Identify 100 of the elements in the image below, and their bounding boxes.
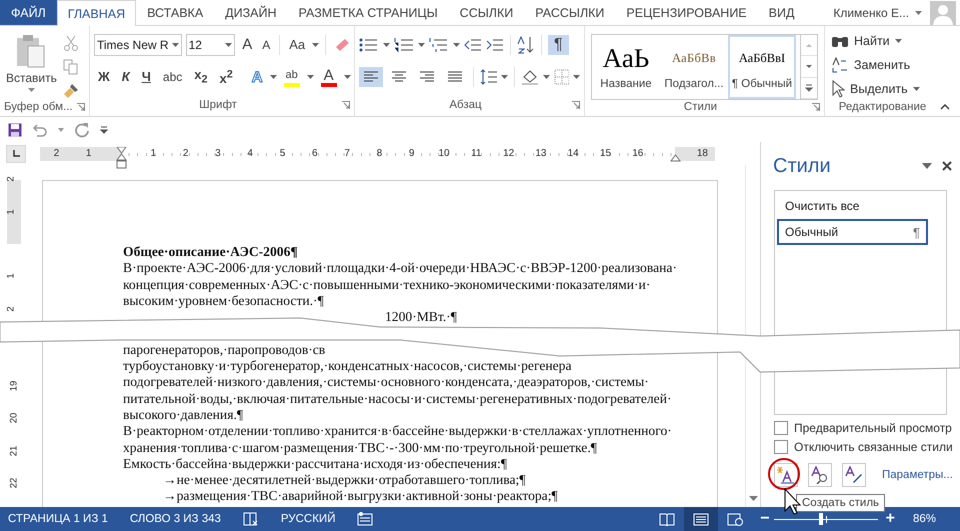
document-line: Общее·описание·АЭС-2006¶ <box>123 244 299 260</box>
checkbox[interactable] <box>774 420 788 434</box>
macro-icon[interactable] <box>357 512 374 526</box>
multilevel-list-icon[interactable] <box>429 37 449 53</box>
ribbon-tab[interactable]: РАЗМЕТКА СТРАНИЦЫ <box>288 0 449 25</box>
ribbon-tab[interactable]: ССЫЛКИ <box>448 0 524 25</box>
indent-marker-icon[interactable] <box>116 146 127 168</box>
editing-button[interactable]: Заменить <box>829 54 936 76</box>
style-item[interactable]: АаБбВв Подзагол... <box>660 35 728 99</box>
numbered-list-icon[interactable] <box>394 37 414 53</box>
format-button[interactable]: К <box>118 67 134 87</box>
text-effect-button[interactable]: A <box>318 68 340 86</box>
options-link[interactable]: Параметры... <box>882 469 953 481</box>
ribbon-tab[interactable]: ГЛАВНАЯ <box>56 0 136 26</box>
right-indent-marker-icon[interactable] <box>670 154 681 162</box>
ribbon-tab[interactable]: РАССЫЛКИ <box>524 0 616 25</box>
format-button[interactable]: abc <box>158 67 186 87</box>
font-name-field[interactable]: Times New R <box>94 34 182 56</box>
brush-icon[interactable] <box>62 83 79 99</box>
format-button[interactable]: Ж <box>94 67 114 87</box>
launcher-icon[interactable] <box>812 103 820 111</box>
align-button[interactable] <box>359 67 383 87</box>
ribbon-tab[interactable]: ВИД <box>758 0 806 25</box>
line-spacing-icon[interactable] <box>480 69 498 85</box>
decrease-indent-icon[interactable] <box>464 37 482 53</box>
zoom-thumb[interactable] <box>819 513 824 525</box>
group-label: Буфер обм... <box>4 100 73 112</box>
document-line: Емкость·бассейна·выдержки·рассчитана·исходя·из·обеспечения:¶ <box>123 456 508 472</box>
bullet-list-icon[interactable] <box>359 37 379 53</box>
ribbon-tab[interactable]: ВСТАВКА <box>136 0 214 25</box>
style-button[interactable] <box>774 463 798 487</box>
editing-button[interactable]: Выделить <box>829 78 936 100</box>
format-button[interactable]: x$_{2}$ <box>190 64 212 90</box>
proofing-icon[interactable] <box>242 512 259 526</box>
text-effect-button[interactable]: A <box>248 70 266 84</box>
caret-icon <box>501 75 508 79</box>
style-list-item[interactable]: Обычный ¶ <box>777 219 928 245</box>
editing-button[interactable]: Найти <box>829 30 936 52</box>
paste-button[interactable]: Вставить <box>4 32 59 99</box>
collapse-ribbon-icon[interactable] <box>940 104 950 110</box>
style-button[interactable] <box>842 463 866 487</box>
ribbon-tab[interactable]: РЕЦЕНЗИРОВАНИЕ <box>615 0 758 25</box>
zoom-out-button[interactable]: − <box>760 510 770 528</box>
document-line: В·реакторном·отделении·топливо·хранится·в·бассейне·выдержки·в·стеллажах·уплотненного· <box>123 423 673 440</box>
ruler-number: 3 <box>215 148 221 160</box>
increase-indent-icon[interactable] <box>486 37 504 53</box>
ruler-number: 2 <box>6 306 17 312</box>
caret-icon <box>270 75 277 79</box>
launcher-icon[interactable] <box>572 101 580 109</box>
zoom-level[interactable]: 86% <box>912 513 936 525</box>
change-case-button[interactable]: Aa <box>286 35 308 55</box>
format-button[interactable]: x$^{2}$ <box>216 64 237 90</box>
status-text[interactable]: СТРАНИЦА 1 ИЗ 1 <box>8 513 108 525</box>
caret-icon <box>383 43 390 47</box>
align-icon <box>447 70 463 84</box>
undo-icon[interactable] <box>32 122 48 136</box>
ruler-number: 1 <box>86 148 92 160</box>
zoom-slider[interactable] <box>774 512 878 526</box>
tab-stop-selector[interactable] <box>6 144 26 162</box>
show-marks-button[interactable]: ¶ <box>548 35 569 55</box>
shrink-font-button[interactable]: A <box>259 35 274 55</box>
pane-title: Стили <box>773 154 832 178</box>
group-label: Шрифт <box>198 99 238 111</box>
left-tab-icon <box>12 150 20 157</box>
checkbox[interactable] <box>774 440 788 454</box>
document-line: концепция·современных·АЭС·с·повышенными·технико-экономическими·показателями·и· <box>123 276 652 293</box>
launcher-icon[interactable] <box>77 102 85 110</box>
style-list-item[interactable]: Очистить все <box>777 193 928 219</box>
save-icon[interactable] <box>8 122 22 136</box>
style-item[interactable]: АаЬ Название <box>592 35 660 99</box>
ribbon-tab[interactable]: ДИЗАЙН <box>214 0 288 25</box>
borders-icon[interactable] <box>554 69 569 85</box>
ribbon-tab[interactable]: ФАЙЛ <box>0 0 57 25</box>
status-text[interactable]: СЛОВО 3 ИЗ 343 <box>130 513 221 525</box>
ruler-number: 2 <box>54 148 60 160</box>
close-icon[interactable] <box>942 161 952 171</box>
scroll-down-icon[interactable] <box>748 496 758 501</box>
style-item[interactable]: АаБбВвI ¶ Обычный <box>728 35 796 99</box>
ruler-number: 11 <box>471 148 482 160</box>
pointer-icon <box>831 80 845 98</box>
sort-icon[interactable] <box>517 36 535 54</box>
format-button[interactable]: Ч <box>138 67 155 87</box>
redo-icon[interactable] <box>74 122 90 138</box>
ruler-number: 20 <box>9 413 20 424</box>
launcher-icon[interactable] <box>342 101 350 109</box>
style-inspector-icon <box>811 466 829 484</box>
font-size-field[interactable]: 12 <box>186 34 236 56</box>
document-line: парогенераторов,·паропроводов·св <box>123 342 326 358</box>
paint-bucket-icon[interactable] <box>521 69 539 85</box>
customize-icon[interactable] <box>100 126 108 134</box>
ruler-number: 22 <box>9 478 20 488</box>
grow-font-button[interactable]: A <box>239 35 256 55</box>
zoom-in-button[interactable]: + <box>886 510 895 528</box>
text-effect-button[interactable]: ab <box>280 68 303 86</box>
status-text[interactable]: РУССКИЙ <box>280 513 336 525</box>
style-button[interactable] <box>808 463 832 487</box>
view-button[interactable] <box>684 507 718 531</box>
caret-icon <box>418 43 425 47</box>
pane-options-icon[interactable] <box>922 163 932 169</box>
user-name[interactable]: Клименко Е... <box>833 6 909 20</box>
